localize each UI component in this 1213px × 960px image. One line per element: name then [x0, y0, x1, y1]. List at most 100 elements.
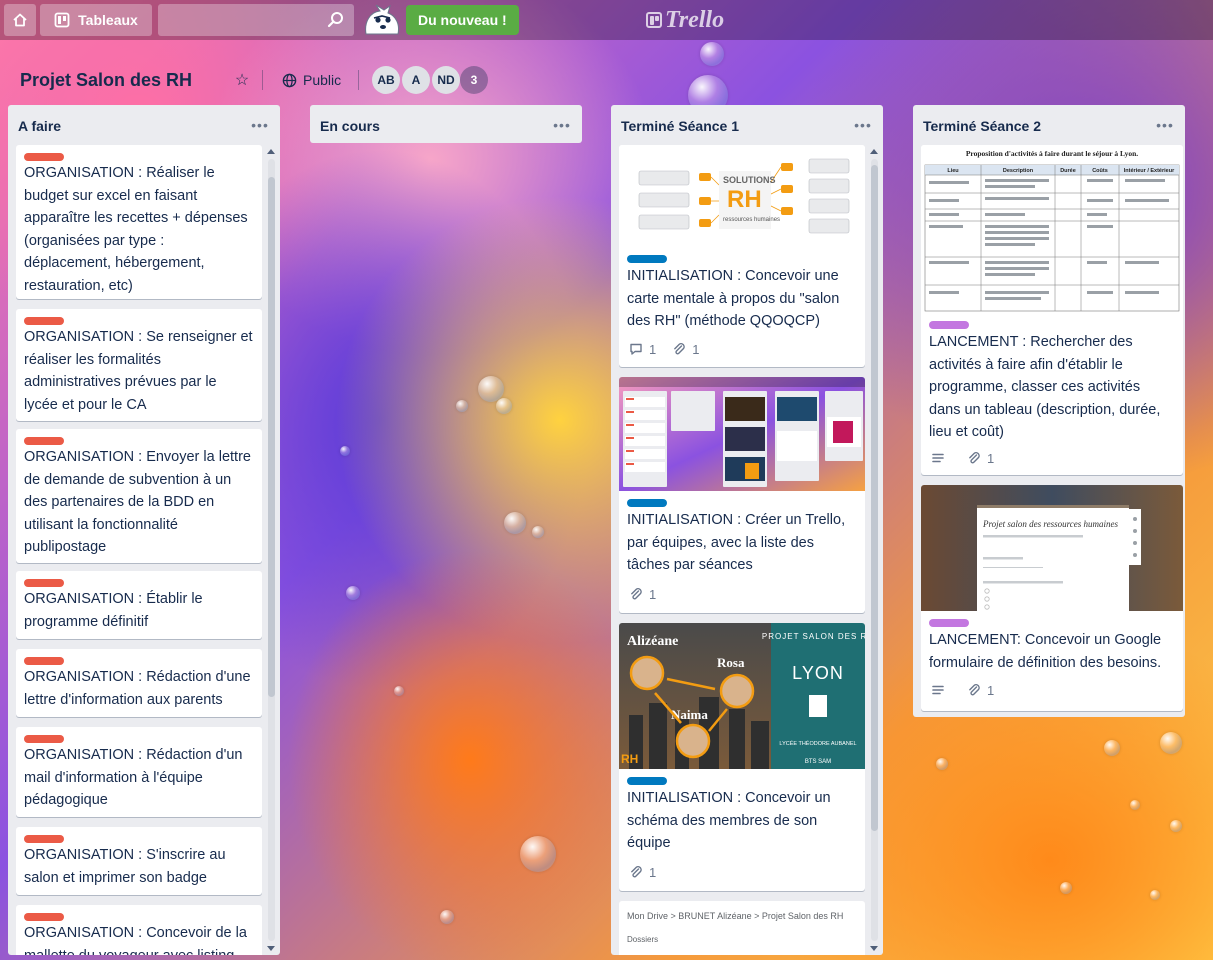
card-title: ORGANISATION : Se renseigner et réaliser… — [24, 329, 253, 413]
card-badges: 1 — [931, 449, 1010, 467]
card[interactable]: ORGANISATION : Rédaction d'un mail d'inf… — [16, 727, 262, 817]
more-members-badge[interactable]: 3 — [460, 66, 488, 94]
whats-new-button[interactable]: Du nouveau ! — [406, 5, 519, 35]
attachment-count: 1 — [987, 682, 995, 698]
attachment-count: 1 — [649, 586, 657, 602]
boards-button[interactable]: Tableaux — [40, 4, 152, 36]
member-avatar[interactable]: AB — [372, 66, 400, 94]
card[interactable]: ORGANISATION : Se renseigner et réaliser… — [16, 309, 262, 421]
card-title: ORGANISATION : Rédaction d'un mail d'inf… — [24, 747, 243, 808]
boards-icon — [54, 12, 70, 28]
cover-panel-text: PROJET SALON DES RH — [762, 632, 865, 641]
header-divider — [262, 70, 263, 90]
list-title[interactable]: Terminé Séance 2 — [923, 115, 1041, 137]
description-badge — [931, 683, 951, 697]
paperclip-icon — [969, 452, 980, 464]
list-termine-seance-1: Terminé Séance 1 ••• SOLUTIONS RH ressou… — [611, 105, 883, 955]
list-title[interactable]: Terminé Séance 1 — [621, 115, 739, 137]
scroll-up-arrow[interactable] — [267, 149, 275, 154]
card-cover-table: Proposition d'activités à faire durant l… — [921, 145, 1183, 313]
scroll-thumb[interactable] — [871, 165, 878, 831]
label-blue — [627, 777, 667, 785]
drive-breadcrumb: Mon Drive > BRUNET Alizéane > Projet Sal… — [627, 911, 844, 921]
scroll-up-arrow[interactable] — [870, 149, 878, 154]
list-title-text: Terminé Séance 1 — [621, 118, 740, 134]
card[interactable]: Projet salon des ressources humaines LAN… — [921, 485, 1183, 711]
card-title: ORGANISATION : Établir le programme défi… — [24, 591, 203, 630]
card[interactable]: ORGANISATION : Réaliser le budget sur ex… — [16, 145, 262, 299]
card[interactable]: ORGANISATION : S'inscrire au salon et im… — [16, 827, 262, 895]
card[interactable]: ORGANISATION : Établir le programme défi… — [16, 571, 262, 639]
list-termine-seance-2: Terminé Séance 2 ••• Proposition d'activ… — [913, 105, 1185, 717]
scroll-down-arrow[interactable] — [267, 946, 275, 951]
label-red — [24, 153, 64, 161]
trello-logo[interactable]: Trello — [646, 7, 724, 33]
card[interactable]: Proposition d'activités à faire durant l… — [921, 145, 1183, 475]
label-blue — [627, 499, 667, 507]
taco-mascot-icon — [365, 4, 399, 35]
list-menu-icon[interactable]: ••• — [250, 115, 270, 135]
card[interactable]: ORGANISATION : Concevoir de la mallette … — [16, 905, 262, 955]
list-title[interactable]: A faire — [18, 115, 61, 137]
more-members-count: 3 — [470, 73, 478, 87]
cover-column: Lieu — [947, 168, 958, 174]
home-button[interactable] — [4, 4, 36, 36]
attachment-badge: 1 — [672, 342, 699, 357]
attachment-count: 1 — [649, 864, 657, 880]
list-a-faire: A faire ••• ORGANISATION : Réaliser le b… — [8, 105, 280, 955]
member-avatar[interactable]: ND — [432, 66, 460, 94]
attachment-badge: 1 — [629, 865, 656, 880]
label-blue — [627, 255, 667, 263]
list-scrollbar[interactable] — [869, 145, 880, 955]
card-title: LANCEMENT : Rechercher des activités à f… — [929, 334, 1161, 440]
card-badges: 1 — [629, 585, 672, 603]
cover-column: Coûts — [1092, 168, 1108, 174]
card[interactable]: Mon Drive > BRUNET Alizéane > Projet Sal… — [619, 901, 865, 955]
card-title: ORGANISATION : Envoyer la lettre de dema… — [24, 449, 251, 555]
list-menu-icon[interactable]: ••• — [1155, 115, 1175, 135]
label-red — [24, 579, 64, 587]
board-title[interactable]: Projet Salon des RH — [12, 64, 200, 96]
card-title: ORGANISATION : Concevoir de la mallette … — [24, 925, 247, 955]
paperclip-icon — [631, 588, 642, 600]
scroll-down-arrow[interactable] — [870, 946, 878, 951]
member-initials: A — [411, 73, 421, 87]
list-title-text: A faire — [18, 118, 62, 134]
svg-text:RH: RH — [727, 186, 762, 213]
list-menu-icon[interactable]: ••• — [552, 115, 572, 135]
card[interactable]: SOLUTIONS RH ressources humaines INITIAL… — [619, 145, 865, 367]
comment-badge: 1 — [629, 342, 656, 357]
boards-label: Tableaux — [78, 12, 138, 28]
member-avatar[interactable]: A — [402, 66, 430, 94]
visibility-button[interactable]: Public — [276, 64, 347, 96]
board-title-text: Projet Salon des RH — [20, 69, 193, 90]
label-red — [24, 735, 64, 743]
list-title-text: En cours — [320, 118, 380, 134]
description-badge — [931, 451, 951, 465]
header-divider — [358, 70, 359, 90]
scroll-thumb[interactable] — [268, 177, 275, 697]
card-cover-mindmap: SOLUTIONS RH ressources humaines — [619, 145, 865, 245]
attachment-count: 1 — [987, 450, 995, 466]
search-icon[interactable] — [326, 10, 346, 30]
list-menu-icon[interactable]: ••• — [853, 115, 873, 135]
description-icon — [932, 453, 944, 463]
cover-panel-school: LYCÉE THÉODORE AUBANEL — [779, 740, 856, 747]
search-input[interactable] — [158, 4, 354, 36]
card[interactable]: Alizéane Rosa Naima RH PROJET SALON DES … — [619, 623, 865, 891]
list-title[interactable]: En cours — [320, 115, 380, 137]
card-cover-form: Projet salon des ressources humaines — [921, 485, 1183, 611]
card-cover-drive: Mon Drive > BRUNET Alizéane > Projet Sal… — [627, 911, 843, 921]
visibility-label: Public — [303, 72, 342, 88]
card[interactable]: ORGANISATION : Rédaction d'une lettre d'… — [16, 649, 262, 717]
card[interactable]: INITIALISATION : Créer un Trello, par éq… — [619, 377, 865, 613]
star-board-icon[interactable]: ☆ — [230, 68, 254, 92]
card-container: ORGANISATION : Réaliser le budget sur ex… — [16, 145, 262, 955]
paperclip-icon — [969, 684, 980, 696]
cover-heading: Proposition d'activités à faire durant l… — [966, 149, 1138, 158]
card-title: ORGANISATION : S'inscrire au salon et im… — [24, 847, 226, 886]
list-scrollbar[interactable] — [266, 145, 277, 955]
card[interactable]: ORGANISATION : Envoyer la lettre de dema… — [16, 429, 262, 563]
trello-logo-icon — [646, 12, 662, 28]
card-title: LANCEMENT: Concevoir un Google formulair… — [929, 632, 1162, 671]
